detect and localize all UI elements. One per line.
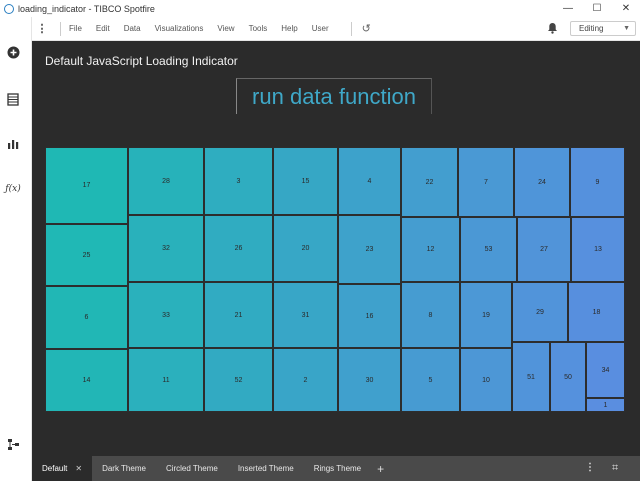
treemap-cell-21[interactable]: 21 (204, 282, 273, 348)
treemap-cell-14[interactable]: 14 (45, 349, 128, 412)
maximize-button[interactable]: ☐ (582, 0, 612, 17)
menu-data[interactable]: Data (124, 24, 141, 33)
treemap-cell-50[interactable]: 50 (550, 342, 586, 412)
tab-inserted-theme[interactable]: Inserted Theme (228, 456, 304, 481)
tab-label: Circled Theme (165, 464, 218, 473)
treemap-chart: 17 28 3 15 4 22 7 24 9 25 32 26 20 23 12 53 27 13 6 33 21 31 1… (45, 147, 625, 412)
treemap-cell-5[interactable]: 5 (401, 348, 460, 412)
menu-bar: ⋮ File Edit Data Visualizations View Too… (32, 17, 640, 41)
page-options-icon[interactable]: ⋮ (585, 462, 595, 473)
undo-icon[interactable]: ↺ (362, 22, 371, 35)
window-title: loading_indicator - TIBCO Spotfire (18, 3, 155, 14)
treemap-cell-13[interactable]: 13 (571, 217, 625, 282)
window-titlebar: loading_indicator - TIBCO Spotfire — ☐ ✕ (0, 0, 640, 17)
treemap-cell-12[interactable]: 12 (401, 217, 460, 282)
treemap-cell-15[interactable]: 15 (273, 147, 338, 215)
treemap-cell-29[interactable]: 29 (512, 282, 568, 342)
treemap-cell-33[interactable]: 33 (128, 282, 204, 348)
page-tab-bar: Default ✕ Dark Theme Circled Theme Inser… (32, 456, 640, 481)
menu-user[interactable]: User (312, 24, 329, 33)
spotfire-logo-icon (4, 3, 14, 14)
menu-file[interactable]: File (69, 24, 82, 33)
treemap-cell-6[interactable]: 6 (45, 286, 128, 349)
menu-edit[interactable]: Edit (96, 24, 110, 33)
treemap-cell-3[interactable]: 3 (204, 147, 273, 215)
treemap-cell-4[interactable]: 4 (338, 147, 401, 215)
treemap-cell-26[interactable]: 26 (204, 215, 273, 282)
data-canvas-icon[interactable] (6, 437, 20, 451)
treemap-cell-9[interactable]: 9 (570, 147, 625, 217)
menu-divider (350, 21, 352, 36)
treemap-cell-52[interactable]: 52 (204, 348, 273, 412)
chevron-down-icon: ▼ (623, 25, 630, 32)
tab-default[interactable]: Default ✕ (32, 456, 93, 481)
mode-value: Editing (579, 24, 604, 33)
treemap-cell-19[interactable]: 19 (460, 282, 512, 348)
menu-help[interactable]: Help (281, 24, 297, 33)
menu-tools[interactable]: Tools (249, 24, 268, 33)
tab-label: Inserted Theme (237, 464, 294, 473)
visualization-title: Default JavaScript Loading Indicator (45, 54, 238, 68)
treemap-cell-10[interactable]: 10 (460, 348, 512, 412)
notification-bell-icon[interactable] (547, 22, 558, 37)
layout-grid-icon[interactable]: ⌗ (612, 462, 618, 475)
tab-label: Default (42, 464, 68, 473)
treemap-cell-32[interactable]: 32 (128, 215, 204, 282)
menu-divider (60, 21, 61, 36)
treemap-cell-17[interactable]: 17 (45, 147, 128, 224)
tab-label: Rings Theme (313, 464, 362, 473)
data-table-icon[interactable] (6, 92, 20, 106)
treemap-cell-28[interactable]: 28 (128, 147, 204, 215)
treemap-cell-18[interactable]: 18 (568, 282, 625, 342)
treemap-cell-20[interactable]: 20 (273, 215, 338, 282)
add-data-icon[interactable] (6, 45, 20, 59)
treemap-cell-16[interactable]: 16 (338, 284, 401, 348)
treemap-cell-30[interactable]: 30 (338, 348, 401, 412)
minimize-button[interactable]: — (553, 0, 583, 17)
treemap-cell-7[interactable]: 7 (458, 147, 514, 217)
visualization-canvas: Default JavaScript Loading Indicator run… (32, 41, 640, 456)
treemap-cell-2[interactable]: 2 (273, 348, 338, 412)
treemap-cell-23[interactable]: 23 (338, 215, 401, 284)
main-menu-icon[interactable]: ⋮ (32, 22, 52, 35)
tab-dark-theme[interactable]: Dark Theme (92, 456, 156, 481)
treemap-cell-27[interactable]: 27 (517, 217, 571, 282)
tab-circled-theme[interactable]: Circled Theme (156, 456, 228, 481)
treemap-cell-25[interactable]: 25 (45, 224, 128, 286)
treemap-cell-8[interactable]: 8 (401, 282, 460, 348)
treemap-cell-34[interactable]: 34 (586, 342, 625, 398)
left-sidebar: ƒ(x) (0, 17, 32, 481)
menu-view[interactable]: View (217, 24, 234, 33)
treemap-cell-1[interactable]: 1 (586, 398, 625, 412)
run-data-function-button[interactable]: run data function (236, 78, 432, 114)
close-window-button[interactable]: ✕ (611, 0, 640, 17)
treemap-cell-51[interactable]: 51 (512, 342, 550, 412)
treemap-cell-31[interactable]: 31 (273, 282, 338, 348)
add-page-button[interactable]: + (377, 462, 384, 476)
visualizations-icon[interactable] (6, 137, 20, 151)
close-tab-icon[interactable]: ✕ (75, 464, 82, 473)
treemap-cell-53[interactable]: 53 (460, 217, 517, 282)
treemap-cell-22[interactable]: 22 (401, 147, 458, 217)
menu-visualizations[interactable]: Visualizations (155, 24, 204, 33)
tab-rings-theme[interactable]: Rings Theme (304, 456, 371, 481)
function-icon[interactable]: ƒ(x) (5, 182, 20, 196)
mode-dropdown[interactable]: Editing ▼ (570, 21, 636, 36)
treemap-cell-11[interactable]: 11 (128, 348, 204, 412)
tab-label: Dark Theme (102, 464, 146, 473)
treemap-cell-24[interactable]: 24 (514, 147, 570, 217)
